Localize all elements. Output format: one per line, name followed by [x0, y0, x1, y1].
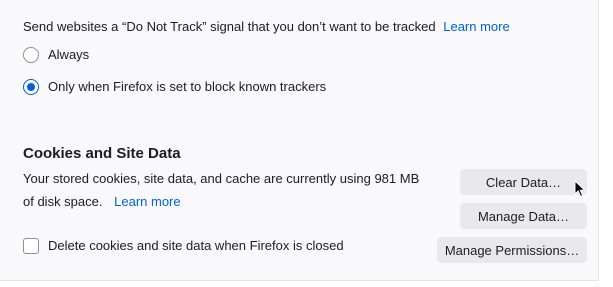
dnt-description: Send websites a “Do Not Track” signal th…	[23, 19, 436, 34]
delete-on-close-label[interactable]: Delete cookies and site data when Firefo…	[48, 238, 344, 254]
dnt-always-label[interactable]: Always	[48, 47, 89, 63]
cookies-description-line1: Your stored cookies, site data, and cach…	[23, 171, 420, 186]
cookies-learn-more-link[interactable]: Learn more	[114, 194, 180, 209]
dnt-only-when-blocking-label[interactable]: Only when Firefox is set to block known …	[48, 79, 326, 95]
dnt-only-when-blocking-radio[interactable]	[23, 79, 39, 95]
privacy-settings-panel: Send websites a “Do Not Track” signal th…	[0, 0, 599, 281]
cookies-description-line2-row: of disk space. Learn more	[23, 194, 181, 210]
dnt-description-row: Send websites a “Do Not Track” signal th…	[23, 19, 510, 35]
manage-data-button[interactable]: Manage Data…	[460, 203, 587, 229]
cookies-description-line2: of disk space.	[23, 194, 103, 209]
clear-data-button[interactable]: Clear Data…	[460, 169, 587, 195]
manage-permissions-button[interactable]: Manage Permissions…	[437, 237, 587, 263]
cookies-heading: Cookies and Site Data	[23, 145, 181, 162]
mouse-pointer-icon	[574, 180, 587, 198]
dnt-learn-more-link[interactable]: Learn more	[443, 19, 509, 34]
dnt-always-radio[interactable]	[23, 47, 39, 63]
delete-on-close-checkbox[interactable]	[23, 238, 39, 254]
